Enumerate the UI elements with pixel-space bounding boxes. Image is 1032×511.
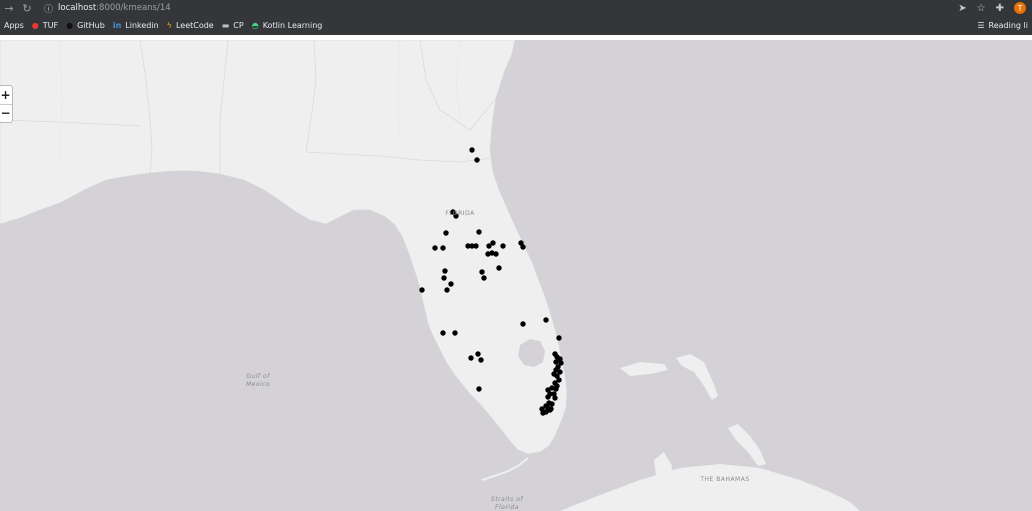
map-marker[interactable] — [476, 386, 482, 392]
map-marker[interactable] — [552, 395, 558, 401]
land-bahamas-3 — [728, 424, 766, 466]
bookmark-apps[interactable]: Apps — [0, 16, 28, 35]
map-marker[interactable] — [481, 275, 487, 281]
map-marker[interactable] — [549, 401, 555, 407]
github-icon: ● — [66, 21, 74, 30]
browser-toolbar: → ↻ ⓘ localhost:8000/kmeans/14 ➤ ☆ ✚ T — [0, 0, 1032, 16]
land-bahamas-1 — [620, 362, 668, 376]
map-canvas[interactable]: + − FLORIDA Gulf of Mexico THE BAHAMAS S… — [0, 40, 1032, 511]
map-marker[interactable] — [468, 355, 474, 361]
map-marker[interactable] — [432, 245, 438, 251]
reload-icon[interactable]: ↻ — [18, 0, 36, 16]
bookmark-label: GitHub — [77, 21, 105, 30]
map-marker[interactable] — [473, 243, 479, 249]
label-bahamas: THE BAHAMAS — [700, 476, 750, 483]
reading-list-label: Reading li — [988, 21, 1028, 30]
label-straits-of-florida: Straits of Florida — [490, 496, 524, 511]
bookmark-kotlin[interactable]: ◓ Kotlin Learning — [248, 16, 327, 35]
map-marker[interactable] — [475, 351, 481, 357]
map-marker[interactable] — [419, 287, 425, 293]
address-bar[interactable]: ⓘ localhost:8000/kmeans/14 — [44, 1, 929, 15]
bookmark-label: LeetCode — [175, 21, 214, 30]
label-gulf-of-mexico: Gulf of Mexico — [245, 373, 271, 388]
reading-list-icon: ☰ — [977, 21, 985, 30]
bookmark-github[interactable]: ● GitHub — [62, 16, 109, 35]
map-marker[interactable] — [469, 147, 475, 153]
tuf-icon: ● — [31, 21, 39, 30]
map-marker[interactable] — [556, 335, 562, 341]
map-marker[interactable] — [476, 229, 482, 235]
map-marker[interactable] — [479, 269, 485, 275]
map-marker[interactable] — [545, 394, 551, 400]
bookmark-tuf[interactable]: ● TUF — [28, 16, 62, 35]
zoom-out-button[interactable]: − — [0, 103, 12, 123]
land-cuba — [560, 464, 860, 511]
map-marker[interactable] — [543, 317, 549, 323]
basemap — [0, 40, 860, 511]
bookmark-label: CP — [233, 21, 244, 30]
send-icon[interactable]: ➤ — [958, 3, 966, 14]
linkedin-icon: in — [112, 21, 122, 30]
leetcode-icon: ϟ — [166, 21, 172, 30]
bookmark-label: Kotlin Learning — [262, 21, 323, 30]
zoom-in-button[interactable]: + — [0, 86, 12, 104]
land-bahamas-2 — [676, 354, 718, 400]
url-host: localhost — [58, 3, 97, 13]
profile-avatar[interactable]: T — [1014, 2, 1026, 14]
map-marker[interactable] — [474, 157, 480, 163]
folder-icon: ▬ — [221, 21, 230, 30]
map-marker[interactable] — [553, 386, 559, 392]
bookmark-linkedin[interactable]: in Linkedin — [109, 16, 163, 35]
bookmark-label: TUF — [42, 21, 59, 30]
bookmark-leetcode[interactable]: ϟ LeetCode — [163, 16, 218, 35]
info-icon[interactable]: ⓘ — [44, 2, 53, 15]
map-marker[interactable] — [478, 357, 484, 363]
bookmarks-bar: Apps ● TUF ● GitHub in Linkedin ϟ LeetCo… — [0, 16, 1032, 36]
map-marker[interactable] — [452, 330, 458, 336]
map-marker[interactable] — [520, 244, 526, 250]
android-icon: ◓ — [251, 21, 259, 30]
extensions-icon[interactable]: ✚ — [996, 3, 1004, 14]
map-marker[interactable] — [493, 251, 499, 257]
map-marker[interactable] — [442, 268, 448, 274]
map-marker[interactable] — [440, 330, 446, 336]
bookmark-cp[interactable]: ▬ CP — [218, 16, 248, 35]
reading-list[interactable]: ☰ Reading li — [971, 16, 1032, 35]
star-icon[interactable]: ☆ — [977, 3, 986, 14]
florida-keys — [481, 457, 529, 481]
zoom-control: + − — [0, 85, 13, 123]
map-marker[interactable] — [540, 410, 546, 416]
url-path: :8000/kmeans/14 — [96, 3, 171, 13]
map-marker[interactable] — [500, 243, 506, 249]
label-florida: FLORIDA — [445, 210, 475, 217]
map-marker[interactable] — [443, 230, 449, 236]
map-marker[interactable] — [496, 265, 502, 271]
map-marker[interactable] — [553, 359, 559, 365]
map-marker[interactable] — [448, 281, 454, 287]
forward-icon[interactable]: → — [0, 0, 18, 16]
map-marker[interactable] — [548, 406, 554, 412]
map-marker[interactable] — [490, 240, 496, 246]
bookmark-label: Linkedin — [125, 21, 159, 30]
map-marker[interactable] — [520, 321, 526, 327]
bookmark-label: Apps — [4, 21, 24, 30]
map-marker[interactable] — [440, 245, 446, 251]
land-mainland — [0, 40, 568, 455]
map-marker[interactable] — [444, 287, 450, 293]
map-marker[interactable] — [441, 275, 447, 281]
toolbar-right: ➤ ☆ ✚ T — [958, 0, 1026, 16]
